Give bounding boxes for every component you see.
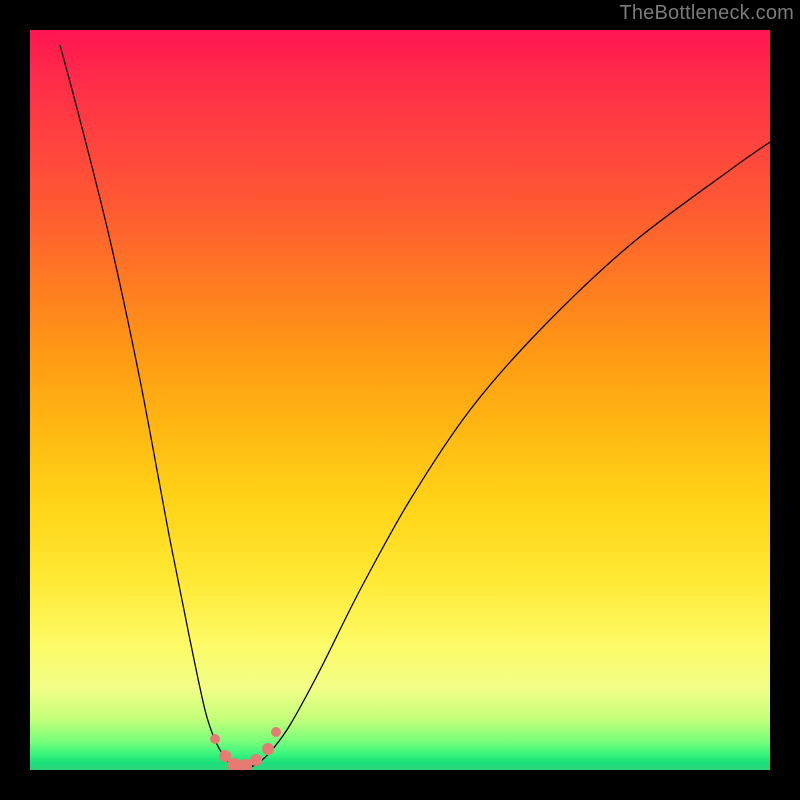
- trough-marker: [250, 754, 262, 766]
- trough-markers: [210, 727, 281, 770]
- trough-marker: [238, 759, 252, 770]
- trough-marker: [210, 734, 220, 744]
- watermark-text: TheBottleneck.com: [619, 2, 794, 25]
- chart-frame: TheBottleneck.com: [0, 0, 800, 800]
- plot-area: [30, 30, 770, 770]
- bottleneck-curve: [60, 45, 770, 768]
- chart-svg: [30, 30, 770, 770]
- trough-marker: [262, 743, 274, 755]
- trough-marker: [271, 727, 281, 737]
